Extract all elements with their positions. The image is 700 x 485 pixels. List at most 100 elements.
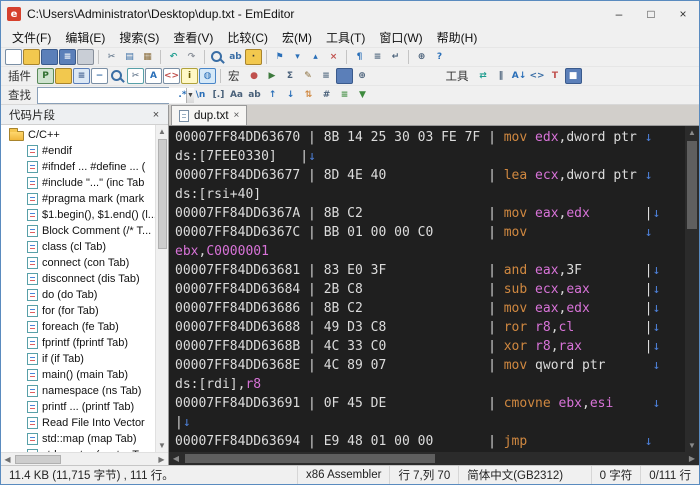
editor-line[interactable]: ds:[rsi+40] (175, 185, 685, 204)
filter-icon[interactable]: ≡ (336, 87, 353, 103)
tree-item[interactable]: if (if Tab) (1, 351, 155, 367)
maximize-button[interactable]: □ (635, 1, 667, 27)
editor-horizontal-scrollbar[interactable]: ◀ ▶ (169, 452, 699, 465)
redo-icon[interactable]: ↷ (183, 49, 200, 65)
tree-item[interactable]: Block Comment (/* T... (1, 223, 155, 239)
menu-item[interactable]: 帮助(H) (430, 27, 485, 47)
open-documents-plugin-icon[interactable]: ≡ (73, 68, 90, 84)
macro-options-icon[interactable]: ⊕ (354, 68, 371, 84)
minimize-button[interactable]: – (603, 1, 635, 27)
edit-macro-icon[interactable]: ✎ (300, 68, 317, 84)
clear-bookmarks-icon[interactable]: × (325, 49, 342, 65)
editor-line[interactable]: 00007FF84DD63688 | 49 D3 C8 | ror r8,cl … (175, 318, 685, 337)
count-matches-icon[interactable]: # (318, 87, 335, 103)
find-combobox[interactable]: ▼ (37, 86, 194, 104)
tree-item[interactable]: Read File Into Vector (1, 415, 155, 431)
html-bar-plugin-icon[interactable]: <> (163, 68, 180, 84)
editor-line[interactable]: 00007FF84DD63681 | 83 E0 3F | and eax,3F… (175, 261, 685, 280)
bookmark-icon[interactable]: ⚑ (271, 49, 288, 65)
tree-item[interactable]: disconnect (dis Tab) (1, 271, 155, 287)
web-preview-plugin-icon[interactable]: ◍ (199, 68, 216, 84)
compare-icon[interactable]: ⇄ (475, 68, 492, 84)
menu-item[interactable]: 文件(F) (5, 27, 58, 47)
explorer-plugin-icon[interactable] (55, 68, 72, 84)
tree-item[interactable]: fprintf (fprintf Tab) (1, 335, 155, 351)
editor-line[interactable]: 00007FF84DD6367C | BB 01 00 00 C0 | mov … (175, 223, 685, 242)
plugin-manager-icon[interactable]: ■ (564, 68, 582, 84)
snippets-horizontal-scrollbar[interactable]: ◀ ▶ (1, 452, 168, 465)
next-bookmark-icon[interactable]: ▾ (289, 49, 306, 65)
find-input[interactable] (38, 87, 186, 103)
macro-list-icon[interactable]: ≡ (318, 68, 335, 84)
panel-close-icon[interactable]: × (148, 109, 164, 121)
ignore-case-icon[interactable]: Aa (228, 87, 245, 103)
scroll-up-icon[interactable]: ▲ (156, 125, 169, 138)
show-marks-icon[interactable]: ¶ (351, 49, 368, 65)
menu-item[interactable]: 窗口(W) (372, 27, 429, 47)
editor-line[interactable]: 00007FF84DD6368E | 4C 89 07 | mov qword … (175, 356, 685, 375)
tree-item[interactable]: foreach (fe Tab) (1, 319, 155, 335)
escape-seq-icon[interactable]: \n (192, 87, 209, 103)
copy-icon[interactable]: ▤ (121, 49, 138, 65)
customize-icon[interactable]: ⊕ (413, 49, 430, 65)
save-all-icon[interactable]: ≡ (59, 49, 76, 65)
editor-line[interactable]: 00007FF84DD6367A | 8B C2 | mov eax,edx |… (175, 204, 685, 223)
find-prev-icon[interactable]: ↑ (264, 87, 281, 103)
menu-item[interactable]: 宏(M) (275, 27, 319, 47)
tree-item[interactable]: $1.begin(), $1.end() (l... (1, 207, 155, 223)
scroll-down-icon[interactable]: ▼ (685, 439, 699, 452)
tree-item[interactable]: connect (con Tab) (1, 255, 155, 271)
tree-item[interactable]: std::map (map Tab) (1, 431, 155, 447)
sort-az-icon[interactable]: A↓ (511, 68, 528, 84)
snippets-plugin-icon[interactable]: ✂ (127, 68, 144, 84)
scroll-thumb[interactable] (15, 454, 61, 464)
wildcard-icon[interactable]: [.] (210, 87, 227, 103)
editor-line[interactable]: 00007FF84DD63670 | 8B 14 25 30 03 FE 7F … (175, 128, 685, 147)
editor-vertical-scrollbar[interactable]: ▲ ▼ (685, 126, 699, 452)
paste-icon[interactable]: ▦ (139, 49, 156, 65)
tree-item[interactable]: namespace (ns Tab) (1, 383, 155, 399)
sync-scroll-icon[interactable]: ∥ (493, 68, 510, 84)
close-button[interactable]: × (667, 1, 699, 27)
status-encoding[interactable]: 简体中文(GB2312) (458, 466, 571, 484)
tree-item[interactable]: #endif (1, 143, 155, 159)
new-file-icon[interactable] (5, 49, 22, 65)
status-syntax[interactable]: x86 Assembler (297, 466, 389, 484)
menu-item[interactable]: 编辑(E) (58, 27, 112, 47)
tooltip-plugin-icon[interactable]: i (181, 68, 198, 84)
outline-icon[interactable]: ≡ (369, 49, 386, 65)
scroll-right-icon[interactable]: ▶ (155, 453, 168, 466)
editor-line[interactable]: 00007FF84DD63694 | E9 48 01 00 00 | jmp … (175, 432, 685, 451)
editor-line[interactable]: 00007FF84DD63677 | 8D 4E 40 | lea ecx,dw… (175, 166, 685, 185)
editor-line[interactable]: ds:[rdi],r8 (175, 375, 685, 394)
save-macro-icon[interactable] (335, 68, 353, 84)
wrap-icon[interactable]: ↵ (387, 49, 404, 65)
tree-item[interactable]: #ifndef ... #define ... ( (1, 159, 155, 175)
editor-line[interactable]: 00007FF84DD63684 | 2B C8 | sub ecx,eax |… (175, 280, 685, 299)
outline-plugin-icon[interactable]: − (91, 68, 108, 84)
menu-item[interactable]: 查看(V) (166, 27, 220, 47)
editor-line[interactable]: ds:[7FEE0330] |↓ (175, 147, 685, 166)
menu-item[interactable]: 比较(C) (220, 27, 275, 47)
open-file-icon[interactable] (23, 49, 40, 65)
editor-line[interactable]: 00007FF84DD63686 | 8B C2 | mov eax,edx |… (175, 299, 685, 318)
tree-folder-cpp[interactable]: C/C++ (1, 127, 155, 143)
tree-item[interactable]: #pragma mark (mark (1, 191, 155, 207)
scroll-down-icon[interactable]: ▼ (156, 439, 169, 452)
scroll-thumb[interactable] (687, 141, 697, 229)
toggle-direction-icon[interactable]: ⇅ (300, 87, 317, 103)
tree-item[interactable]: printf ... (printf Tab) (1, 399, 155, 415)
cut-icon[interactable]: ✂ (103, 49, 120, 65)
editor[interactable]: 00007FF84DD63670 | 8B 14 25 30 03 FE 7F … (169, 126, 685, 452)
record-macro-icon[interactable]: ● (246, 68, 263, 84)
editor-line[interactable]: 00007FF84DD6368B | 4C 33 C0 | xor r8,rax… (175, 337, 685, 356)
regex-icon[interactable]: .* (174, 87, 191, 103)
save-icon[interactable] (41, 49, 58, 65)
replace-icon[interactable]: ab (227, 49, 244, 65)
scroll-left-icon[interactable]: ◀ (1, 453, 14, 466)
scroll-left-icon[interactable]: ◀ (169, 452, 183, 465)
prev-bookmark-icon[interactable]: ▴ (307, 49, 324, 65)
print-icon[interactable] (77, 49, 94, 65)
tree-item[interactable]: main() (main Tab) (1, 367, 155, 383)
snippets-vertical-scrollbar[interactable]: ▲ ▼ (155, 125, 168, 452)
